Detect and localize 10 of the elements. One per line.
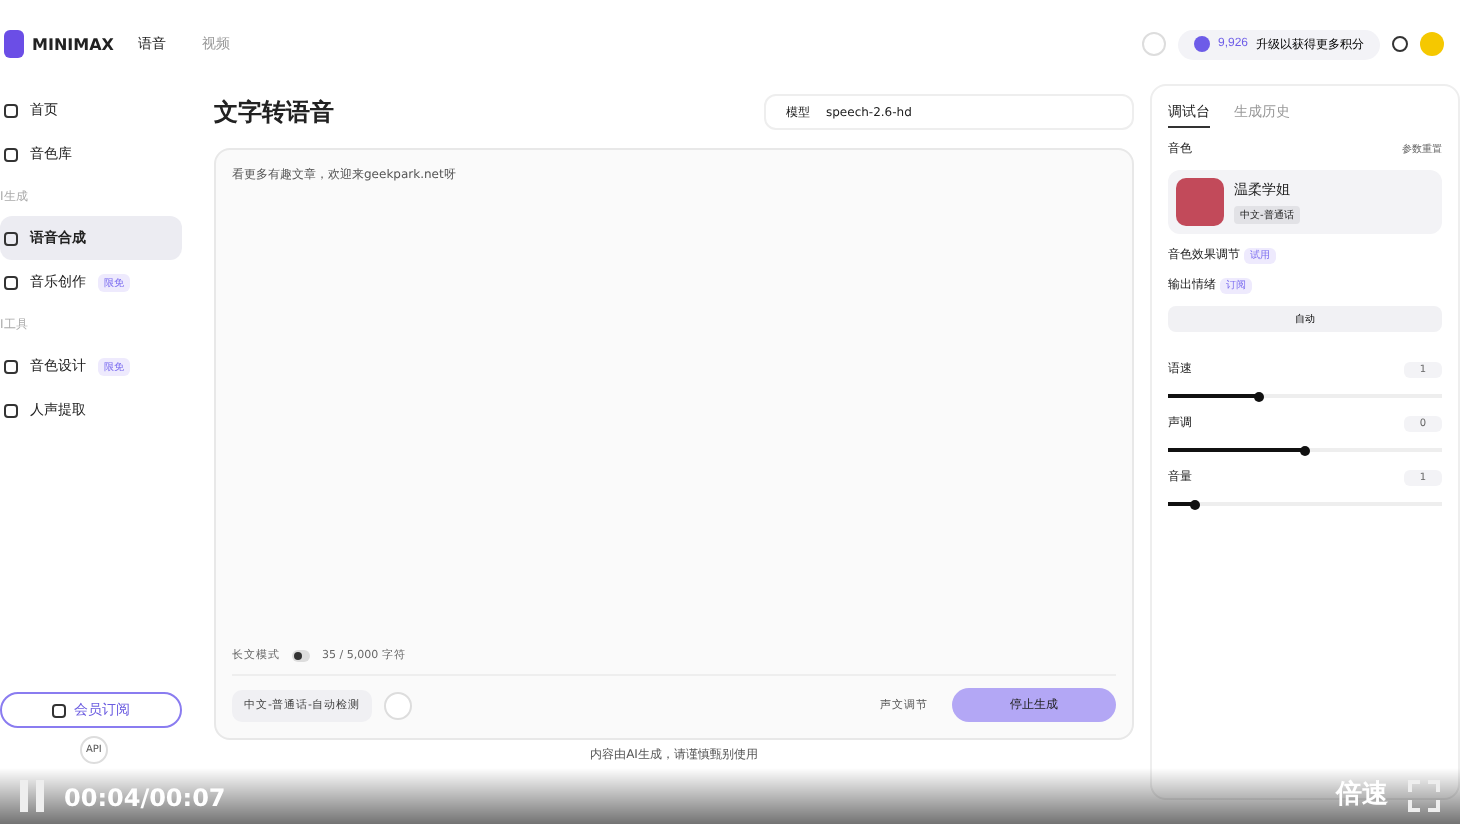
page-title: 文字转语音 <box>214 95 334 129</box>
voice-artwork <box>1176 178 1224 226</box>
long-mode-toggle[interactable] <box>292 649 310 661</box>
slider-thumb[interactable] <box>1190 499 1201 509</box>
logo-icon <box>4 30 24 58</box>
pause-icon[interactable] <box>20 780 44 812</box>
slider-thumb[interactable] <box>1300 445 1310 455</box>
slider-thumb[interactable] <box>1253 391 1264 401</box>
video-time: 00:04/00:07 <box>64 784 226 812</box>
logo-text: MINIMAX <box>32 35 114 53</box>
